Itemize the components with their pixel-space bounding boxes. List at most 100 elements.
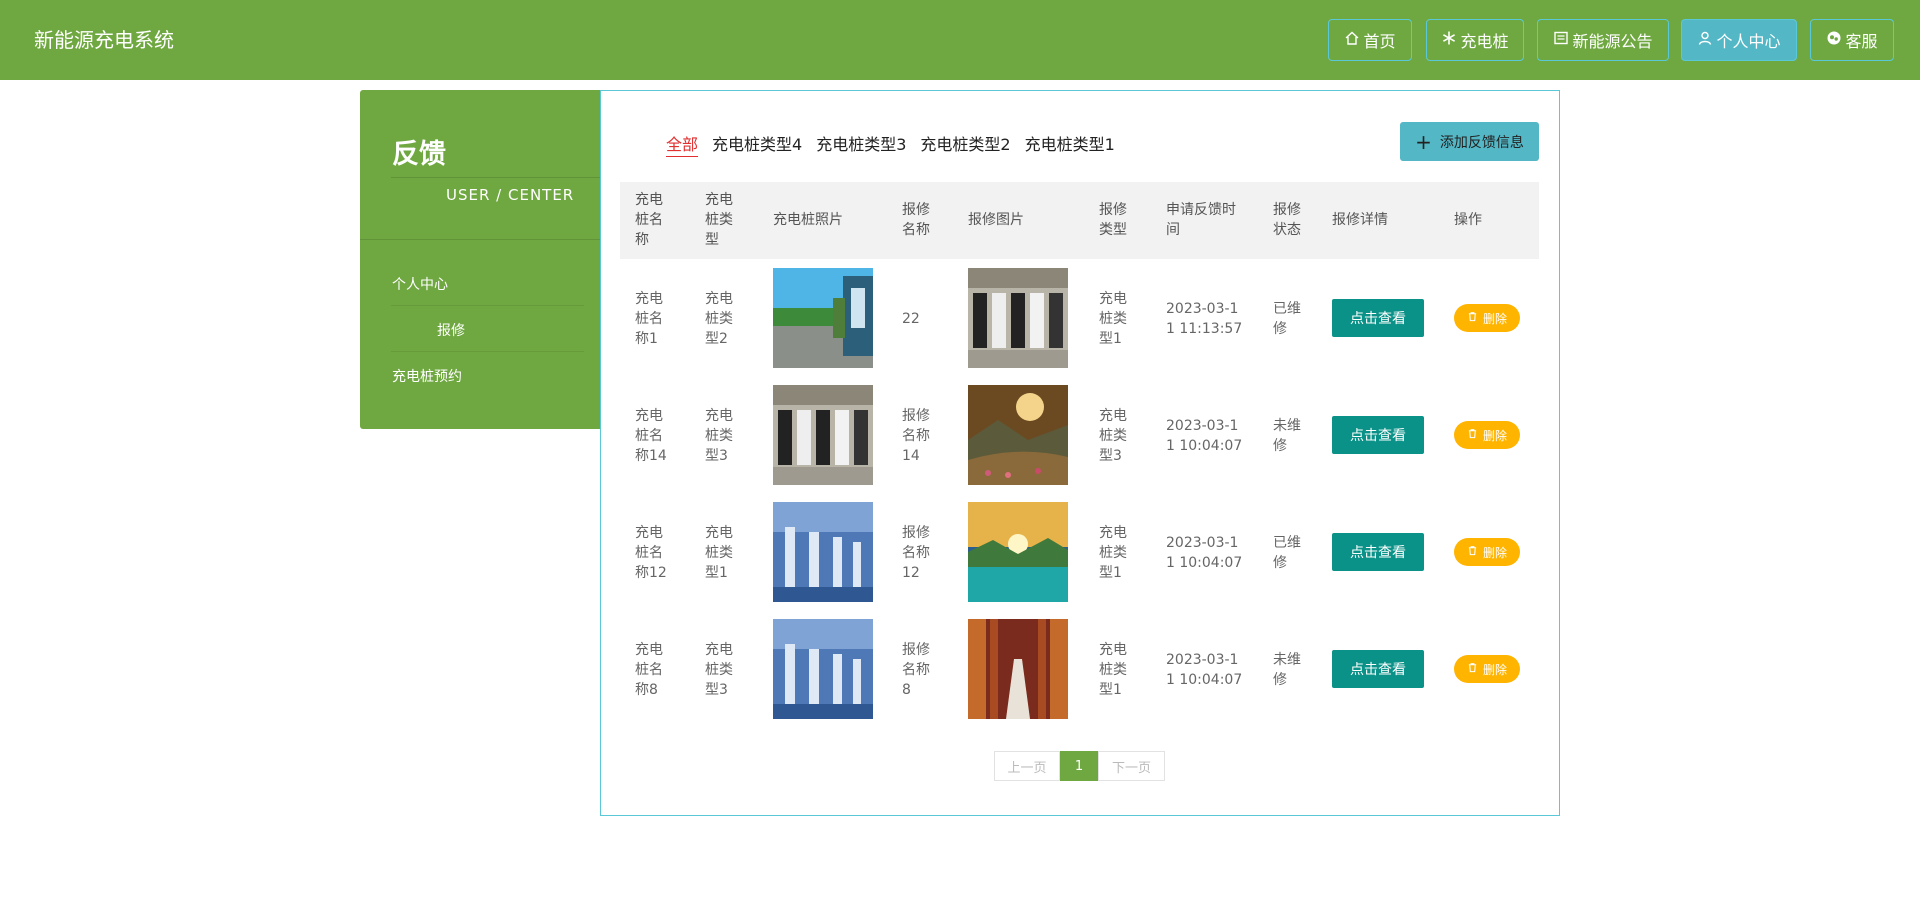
- plus-icon: +: [1415, 129, 1432, 154]
- nav-service-label: 客服: [1845, 32, 1878, 51]
- cell-repair-status: 已维修: [1273, 301, 1301, 337]
- nav-home-button[interactable]: 首页: [1328, 19, 1412, 61]
- col-repair-name: 报修名称: [902, 202, 930, 238]
- sidebar-title: 反馈: [392, 139, 446, 170]
- col-charger-name: 充电桩名称: [635, 192, 663, 248]
- feedback-panel: 全部 充电桩类型4 充电桩类型3 充电桩类型2 充电桩类型1 + 添加反馈信息 …: [600, 90, 1560, 816]
- nav-charger-button[interactable]: 充电桩: [1426, 19, 1524, 61]
- cell-charger-type: 充电桩类型1: [705, 525, 733, 581]
- page-1-button[interactable]: 1: [1060, 751, 1098, 781]
- cell-apply-time: 2023-03-11 11:13:57: [1166, 301, 1243, 337]
- cell-repair-type: 充电桩类型3: [1099, 408, 1127, 464]
- table-row: 充电桩名称14 充电桩类型3 报修名称14 充电桩类型3 2023-03-11 10:0…: [601, 376, 1559, 493]
- pagination: 上一页 1 下一页: [994, 751, 1165, 781]
- col-repair-image: 报修图片: [968, 212, 1024, 228]
- repair-photo[interactable]: [968, 385, 1068, 485]
- snowflake-icon: [1441, 30, 1457, 50]
- table-row: 充电桩名称8 充电桩类型3 报修名称8 充电桩类型1 2023-03-11 10:04:…: [601, 610, 1559, 727]
- cell-repair-name: 22: [902, 311, 920, 327]
- home-icon: [1344, 30, 1360, 50]
- trash-icon: [1467, 311, 1478, 325]
- cell-repair-name: 报修名称14: [902, 408, 930, 464]
- view-detail-button[interactable]: 点击查看: [1332, 416, 1424, 454]
- cell-repair-name: 报修名称12: [902, 525, 930, 581]
- nav-notice-button[interactable]: 新能源公告: [1537, 19, 1669, 61]
- charger-photo[interactable]: [773, 385, 873, 485]
- trash-icon: [1467, 545, 1478, 559]
- sidebar-item-reservation[interactable]: 充电桩预约: [392, 366, 462, 386]
- cell-charger-type: 充电桩类型3: [705, 642, 733, 698]
- brand-title[interactable]: 新能源充电系统: [34, 24, 174, 53]
- charger-photo[interactable]: [773, 502, 873, 602]
- delete-label: 删除: [1482, 428, 1507, 443]
- nav-notice-label: 新能源公告: [1572, 32, 1653, 51]
- delete-button[interactable]: 删除: [1454, 538, 1520, 566]
- cell-repair-status: 未维修: [1273, 418, 1301, 454]
- add-feedback-label: 添加反馈信息: [1439, 134, 1524, 151]
- tab-type-3[interactable]: 充电桩类型3: [816, 131, 906, 157]
- sidebar-separator: [391, 351, 584, 352]
- col-apply-time: 申请反馈时间: [1166, 202, 1236, 238]
- delete-button[interactable]: 删除: [1454, 655, 1520, 683]
- nav-home-label: 首页: [1363, 32, 1396, 51]
- col-repair-status: 报修状态: [1273, 202, 1301, 238]
- charger-photo[interactable]: [773, 268, 873, 368]
- cell-repair-status: 未维修: [1273, 652, 1301, 688]
- delete-button[interactable]: 删除: [1454, 304, 1520, 332]
- sidebar-item-user-center[interactable]: 个人中心: [392, 274, 448, 294]
- notice-icon: [1553, 30, 1569, 50]
- cell-repair-type: 充电桩类型1: [1099, 642, 1127, 698]
- cell-repair-name: 报修名称8: [902, 642, 930, 698]
- table-header: 充电桩名称 充电桩类型 充电桩照片 报修名称 报修图片 报修类型 申请反馈时间 …: [620, 182, 1539, 259]
- cell-repair-type: 充电桩类型1: [1099, 525, 1127, 581]
- sidebar-subtitle: USER / CENTER: [446, 186, 575, 204]
- cell-charger-name: 充电桩名称8: [635, 642, 663, 698]
- cell-charger-type: 充电桩类型2: [705, 291, 733, 347]
- charger-photo[interactable]: [773, 619, 873, 719]
- cell-apply-time: 2023-03-11 10:04:07: [1166, 652, 1243, 688]
- sidebar-divider: [360, 239, 600, 240]
- delete-label: 删除: [1482, 545, 1507, 560]
- nav-user-center-label: 个人中心: [1716, 32, 1781, 51]
- cell-apply-time: 2023-03-11 10:04:07: [1166, 535, 1243, 571]
- user-icon: [1697, 30, 1713, 50]
- view-detail-button[interactable]: 点击查看: [1332, 533, 1424, 571]
- cell-charger-name: 充电桩名称12: [635, 525, 667, 581]
- add-feedback-button[interactable]: + 添加反馈信息: [1400, 122, 1539, 161]
- table-row: 充电桩名称1 充电桩类型2 22 充电桩类型1 2023-03-11 11:13:57 已…: [601, 259, 1559, 376]
- col-charger-photo: 充电桩照片: [773, 212, 843, 228]
- tab-type-2[interactable]: 充电桩类型2: [920, 131, 1010, 157]
- delete-label: 删除: [1482, 662, 1507, 677]
- repair-photo[interactable]: [968, 619, 1068, 719]
- view-detail-button[interactable]: 点击查看: [1332, 299, 1424, 337]
- table-row: 充电桩名称12 充电桩类型1 报修名称12 充电桩类型1 2023-03-11 10:0…: [601, 493, 1559, 610]
- sidebar-divider: [391, 177, 600, 178]
- tab-type-4[interactable]: 充电桩类型4: [712, 131, 802, 157]
- prev-page-button[interactable]: 上一页: [994, 751, 1060, 781]
- col-charger-type: 充电桩类型: [705, 192, 733, 248]
- delete-label: 删除: [1482, 311, 1507, 326]
- nav-user-center-button[interactable]: 个人中心: [1681, 19, 1797, 61]
- cell-apply-time: 2023-03-11 10:04:07: [1166, 418, 1243, 454]
- cell-charger-type: 充电桩类型3: [705, 408, 733, 464]
- next-page-button[interactable]: 下一页: [1098, 751, 1165, 781]
- repair-photo[interactable]: [968, 502, 1068, 602]
- trash-icon: [1467, 428, 1478, 442]
- tab-all[interactable]: 全部: [666, 131, 699, 157]
- trash-icon: [1467, 662, 1478, 676]
- cell-charger-name: 充电桩名称14: [635, 408, 667, 464]
- sidebar: 反馈 USER / CENTER 个人中心 报修 充电桩预约: [360, 90, 600, 429]
- nav-service-button[interactable]: 客服: [1810, 19, 1894, 61]
- tab-type-1[interactable]: 充电桩类型1: [1025, 131, 1115, 157]
- sidebar-separator: [391, 305, 584, 306]
- chat-icon: [1826, 30, 1842, 50]
- cell-repair-status: 已维修: [1273, 535, 1301, 571]
- type-filter-tabs: 全部 充电桩类型4 充电桩类型3 充电桩类型2 充电桩类型1: [666, 131, 1115, 157]
- sidebar-item-repair[interactable]: 报修: [437, 320, 465, 340]
- view-detail-button[interactable]: 点击查看: [1332, 650, 1424, 688]
- repair-photo[interactable]: [968, 268, 1068, 368]
- col-repair-detail: 报修详情: [1332, 212, 1388, 228]
- nav-charger-label: 充电桩: [1460, 32, 1509, 51]
- delete-button[interactable]: 删除: [1454, 421, 1520, 449]
- top-navbar: 新能源充电系统 首页 充电桩 新能源公告 个人中心 客服: [0, 0, 1920, 80]
